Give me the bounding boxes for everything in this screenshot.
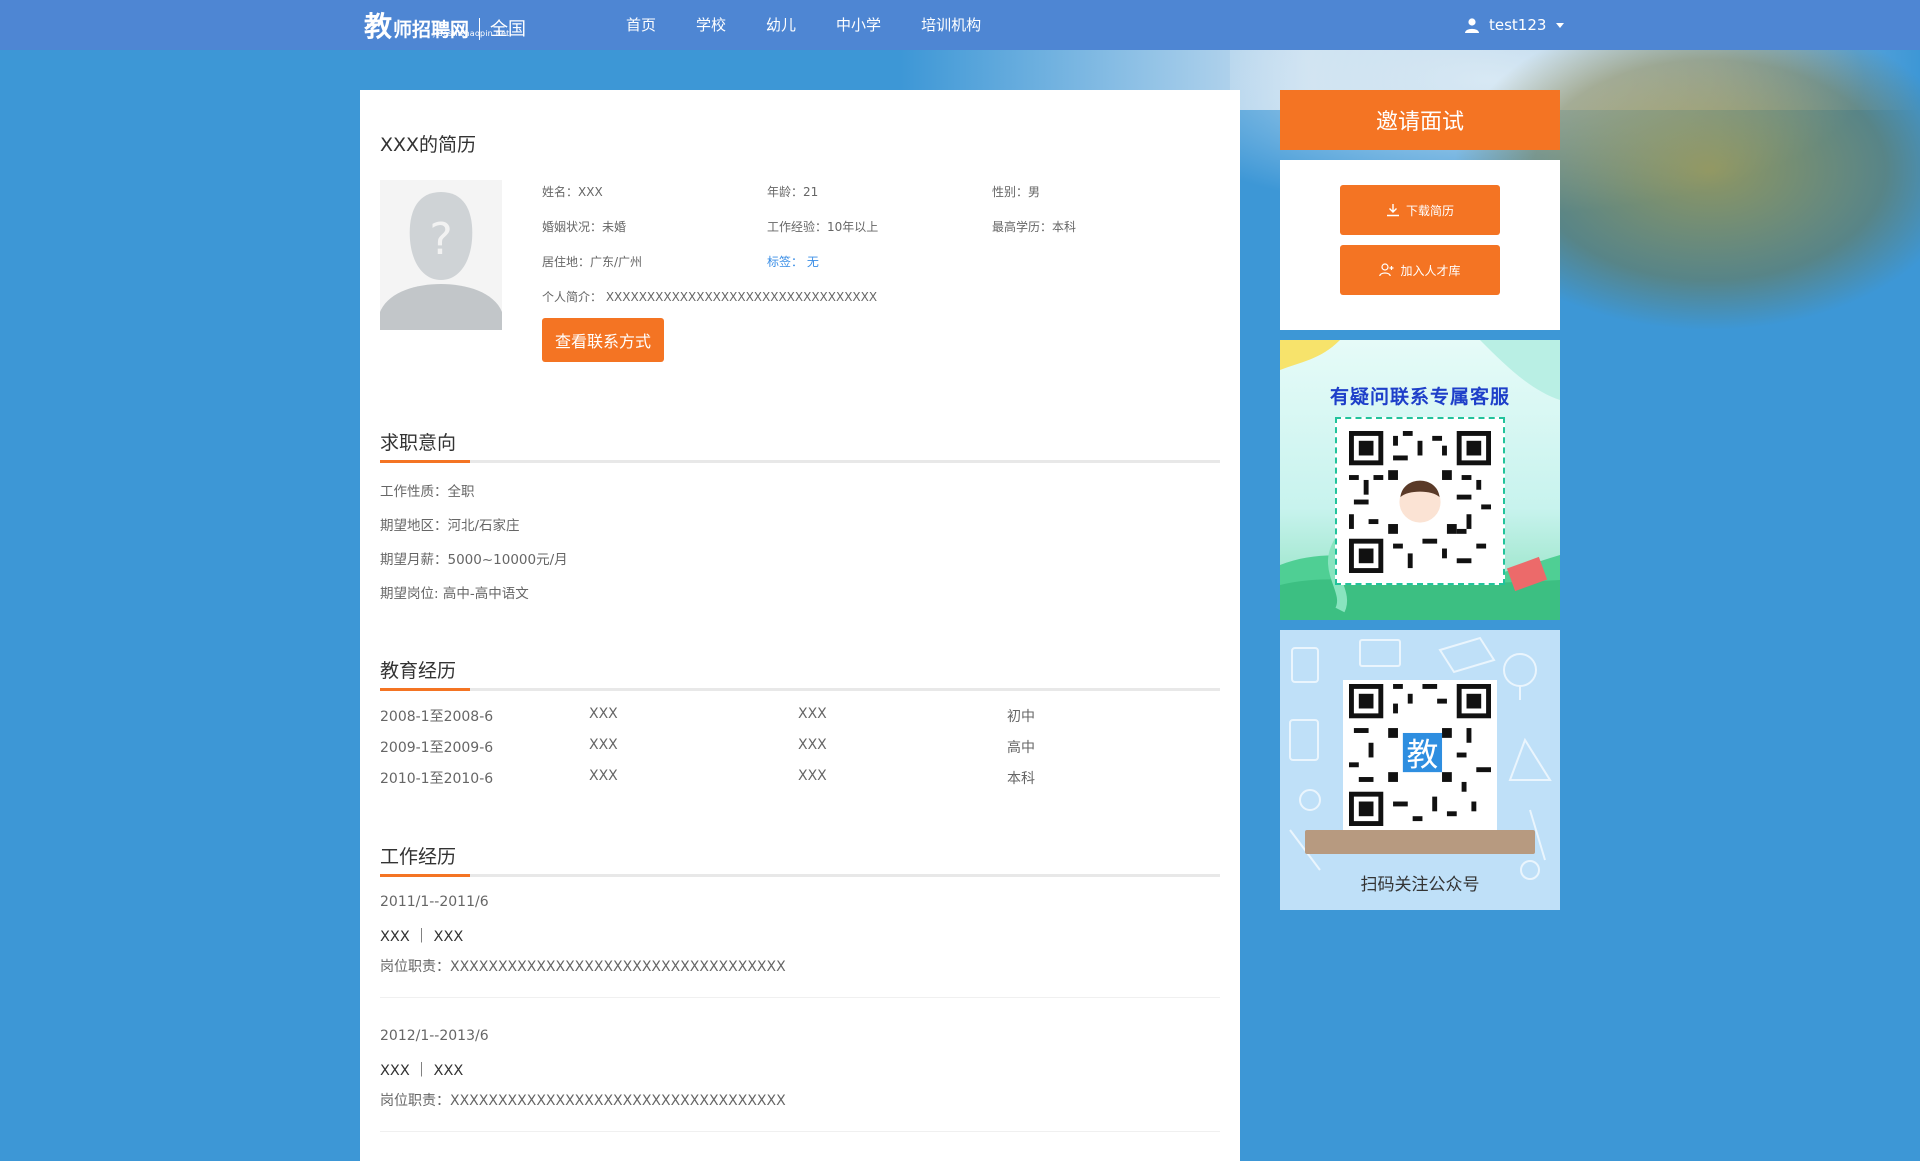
action-panel: 下载简历 加入人才库 [1280,160,1560,330]
intention-region: 期望地区：河北/石家庄 [380,518,520,534]
intention-position: 期望岗位: 高中-高中语文 [380,586,529,602]
tag-label[interactable]: 标签： 无 [767,255,819,269]
education-title: 教育经历 [380,660,457,682]
svg-text:?: ? [429,214,452,265]
education-row: 2008-1至2008-6 XXX XXX 初中 [380,706,1220,726]
info-gender: 性别：男 [992,185,1041,199]
info-experience: 工作经验：10年以上 [767,220,879,234]
edu-major: XXX [798,737,827,753]
qr-code-frame: 教 [1343,680,1497,830]
edu-school: XXX [589,737,618,753]
edu-major: XXX [798,768,827,784]
edu-period: 2008-1至2008-6 [380,709,494,725]
job-date: 2012/1--2013/6 [380,1028,489,1044]
svg-text:教: 教 [1407,735,1439,773]
job-company: XXX ｜ XXX [380,1063,464,1079]
intention-type: 工作性质：全职 [380,484,475,500]
logo-mark: 教 [364,10,393,43]
work-underline [380,874,1220,877]
job-company: XXX ｜ XXX [380,929,464,945]
user-icon [1465,17,1479,33]
qr-code-icon[interactable] [1349,431,1491,573]
resume-card: XXX的简历 ? 姓名：XXX 年龄：21 性别：男 婚姻状况：未婚 工作经验：… [360,90,1240,1161]
qr-code-icon[interactable]: 教 [1349,684,1491,826]
nav-home[interactable]: 首页 [626,0,656,50]
info-education: 最高学历：本科 [992,220,1077,234]
education-underline [380,688,1220,691]
basic-info: 姓名：XXX 年龄：21 性别：男 婚姻状况：未婚 工作经验：10年以上 最高学… [542,174,1222,314]
wood-shelf [1305,830,1535,854]
edu-degree: 初中 [1007,709,1035,725]
add-user-icon [1379,263,1394,277]
info-tag: 标签： 无 [767,253,992,270]
intention-salary: 期望月薪：5000~10000元/月 [380,552,568,568]
resume-title: XXX的简历 [380,134,477,156]
job-duty: 岗位职责：XXXXXXXXXXXXXXXXXXXXXXXXXXXXXXXXXXX [380,1093,786,1109]
add-to-talent-pool-label: 加入人才库 [1400,263,1461,278]
intention-underline [380,460,1220,463]
download-resume-button[interactable]: 下载简历 [1340,185,1500,235]
job-divider [380,1131,1220,1132]
view-contact-button[interactable]: 查看联系方式 [542,318,664,362]
intention-title: 求职意向 [380,432,457,454]
education-row: 2009-1至2009-6 XXX XXX 高中 [380,737,1220,757]
nav-training[interactable]: 培训机构 [921,0,981,50]
info-intro: 个人简介： XXXXXXXXXXXXXXXXXXXXXXXXXXXXXXXXX [542,290,878,304]
avatar-placeholder-icon: ? [380,180,502,330]
chevron-down-icon [1556,22,1565,28]
promo-caption: 扫码关注公众号 [1360,875,1480,895]
job-divider [380,997,1220,998]
user-menu[interactable]: test123 [1465,0,1565,50]
info-marital: 婚姻状况：未婚 [542,220,627,234]
site-logo[interactable]: 教 jiaoshizhaopin.net 师招聘网 全国 [364,6,526,44]
qr-code-frame [1335,417,1505,585]
info-age: 年龄：21 [767,185,819,199]
promo-title: 有疑问联系专属客服 [1329,386,1510,408]
info-name: 姓名：XXX [542,185,603,199]
info-location: 居住地：广东/广州 [542,255,643,269]
add-to-talent-pool-button[interactable]: 加入人才库 [1340,245,1500,295]
nav-school[interactable]: 学校 [696,0,726,50]
download-resume-label: 下载简历 [1405,203,1454,218]
nav-k12[interactable]: 中小学 [836,0,881,50]
top-navigation-bar: 教 jiaoshizhaopin.net 师招聘网 全国 首页 学校 幼儿 中小… [0,0,1920,50]
job-date: 2011/1--2011/6 [380,894,489,910]
username: test123 [1489,16,1547,34]
logo-domain: jiaoshizhaopin.net [433,29,510,38]
edu-school: XXX [589,706,618,722]
invite-interview-button[interactable]: 邀请面试 [1280,90,1560,150]
download-icon [1386,204,1399,217]
job-duty: 岗位职责：XXXXXXXXXXXXXXXXXXXXXXXXXXXXXXXXXXX [380,959,786,975]
avatar: ? [380,180,502,330]
nav-preschool[interactable]: 幼儿 [766,0,796,50]
main-nav: 首页 学校 幼儿 中小学 培训机构 [626,0,1021,50]
customer-service-promo: 有疑问联系专属客服 [1280,340,1560,620]
edu-period: 2009-1至2009-6 [380,740,494,756]
edu-period: 2010-1至2010-6 [380,771,494,787]
education-row: 2010-1至2010-6 XXX XXX 本科 [380,768,1220,788]
edu-school: XXX [589,768,618,784]
edu-major: XXX [798,706,827,722]
edu-degree: 本科 [1007,771,1035,787]
logo-text: jiaoshizhaopin.net 师招聘网 [393,16,509,44]
edu-degree: 高中 [1007,740,1035,756]
work-title: 工作经历 [380,846,457,868]
official-account-promo: 教 扫码关注公众号 [1280,630,1560,910]
